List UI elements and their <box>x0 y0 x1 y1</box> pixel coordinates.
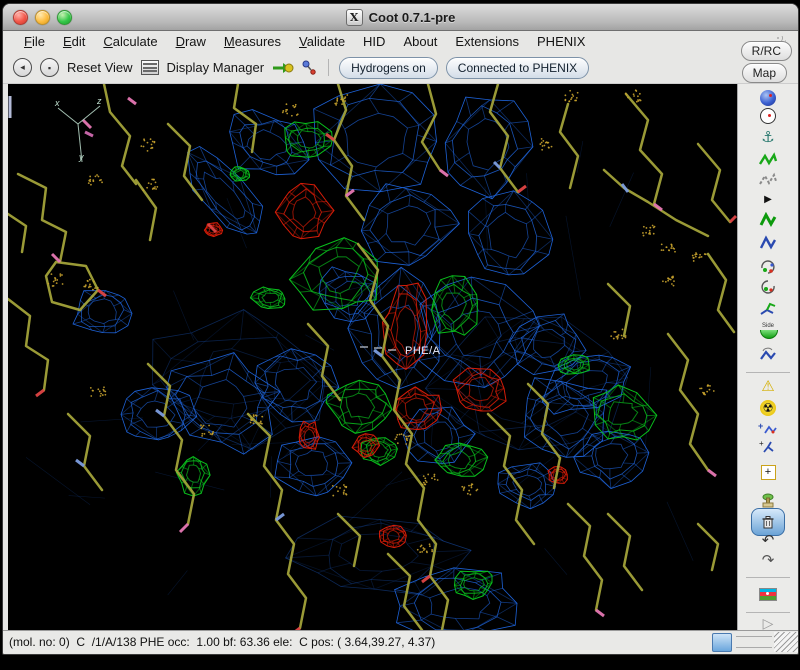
phenix-connection-button[interactable]: Connected to PHENIX <box>446 57 589 79</box>
menu-about[interactable]: About <box>394 33 446 50</box>
refine-zone-icon[interactable] <box>751 150 785 170</box>
target-circle-icon[interactable] <box>751 106 785 126</box>
svg-text:x: x <box>54 98 60 108</box>
rrc-button[interactable]: R/RC <box>741 41 792 61</box>
svg-text:z: z <box>96 96 102 106</box>
warning-triangle-icon[interactable]: ⚠ <box>751 376 785 396</box>
minimize-button[interactable] <box>35 10 50 25</box>
menu-phenix[interactable]: PHENIX <box>528 33 594 50</box>
resize-grip[interactable] <box>774 632 798 652</box>
play-small-icon[interactable]: ▶ <box>751 190 785 210</box>
redo-icon[interactable]: ↷ <box>751 550 785 570</box>
svg-text:+: + <box>759 439 764 448</box>
hydrogens-toggle-button[interactable]: Hydrogens on <box>339 57 438 79</box>
reset-view-back-icon[interactable]: ◂ <box>13 58 32 77</box>
picked-atom-label: PHE/A <box>405 345 441 357</box>
place-atom-icon[interactable]: + <box>751 462 785 482</box>
main-toolbar: ◂ ▪ Reset View Display Manager Hydrogens… <box>3 52 798 84</box>
svg-text:+: + <box>758 421 763 431</box>
panel-separator-2 <box>746 577 790 578</box>
toolbar-separator <box>328 59 329 76</box>
atom-info-status: (mol. no: 0) C /1/A/138 PHE occ: 1.00 bf… <box>3 635 712 649</box>
display-manager-button[interactable]: Display Manager <box>167 60 265 75</box>
rotate-translate-blue-icon[interactable] <box>751 233 785 253</box>
title-bar[interactable]: X Coot 0.7.1-pre <box>3 4 798 31</box>
flag-icon[interactable] <box>751 584 785 604</box>
blue-sphere-icon[interactable] <box>751 88 785 108</box>
close-button[interactable] <box>13 10 28 25</box>
regularize-zone-icon[interactable] <box>751 170 785 190</box>
menu-draw[interactable]: Draw <box>167 33 215 50</box>
app-window: X Coot 0.7.1-pre File Edit Calculate Dra… <box>2 3 799 655</box>
window-title-text: Coot 0.7.1-pre <box>369 10 456 25</box>
panel-separator-1 <box>746 372 790 373</box>
zoom-button[interactable] <box>57 10 72 25</box>
molecular-canvas-svg: x z y PHE/A <box>8 84 737 630</box>
go-to-atom-icon[interactable] <box>272 61 294 75</box>
svg-text:y: y <box>78 152 84 162</box>
rotamer-wheel-icon[interactable] <box>751 257 785 277</box>
flip-sidechain-icon[interactable]: Side <box>751 322 785 342</box>
window-title: X Coot 0.7.1-pre <box>346 9 456 26</box>
menu-measures[interactable]: Measures <box>215 33 290 50</box>
menu-validate[interactable]: Validate <box>290 33 354 50</box>
menu-file[interactable]: File <box>15 33 54 50</box>
molecular-viewport[interactable]: x z y PHE/A <box>8 84 737 630</box>
radioactive-mutate-icon[interactable]: ☢ <box>751 398 785 418</box>
anchor-icon[interactable]: ⚓ <box>751 127 785 147</box>
statusbar-lines <box>736 636 772 648</box>
chi-angle-wheel-icon[interactable] <box>751 277 785 297</box>
map-button[interactable]: Map <box>742 63 787 83</box>
menu-extensions[interactable]: Extensions <box>446 33 528 50</box>
reset-view-button[interactable]: Reset View <box>67 60 133 75</box>
x11-icon: X <box>346 9 363 26</box>
rotate-translate-green-icon[interactable] <box>751 210 785 230</box>
window-controls <box>13 10 72 25</box>
menu-bar: File Edit Calculate Draw Measures Valida… <box>3 31 798 52</box>
add-alt-conf-icon[interactable]: + <box>751 438 785 456</box>
torsion-bond-icon[interactable] <box>751 300 785 320</box>
display-manager-icon[interactable] <box>141 60 159 75</box>
scrollbar-thumb[interactable] <box>712 633 732 652</box>
small-molecule-icon[interactable] <box>302 60 318 76</box>
status-bar: (mol. no: 0) C /1/A/138 PHE occ: 1.00 bf… <box>3 630 798 653</box>
menu-hid[interactable]: HID <box>354 33 394 50</box>
menu-edit[interactable]: Edit <box>54 33 94 50</box>
panel-separator-3 <box>746 612 790 613</box>
modelling-toolbar: ⚓ ▶ Side <box>737 84 798 630</box>
add-terminal-residue-icon[interactable]: + <box>751 420 785 438</box>
flip-peptide-icon[interactable] <box>751 345 785 365</box>
recentre-icon[interactable]: ▪ <box>40 58 59 77</box>
main-area: x z y PHE/A ⚓ ▶ <box>3 84 798 630</box>
menu-calculate[interactable]: Calculate <box>94 33 166 50</box>
undo-icon[interactable]: ↶ <box>751 530 785 550</box>
